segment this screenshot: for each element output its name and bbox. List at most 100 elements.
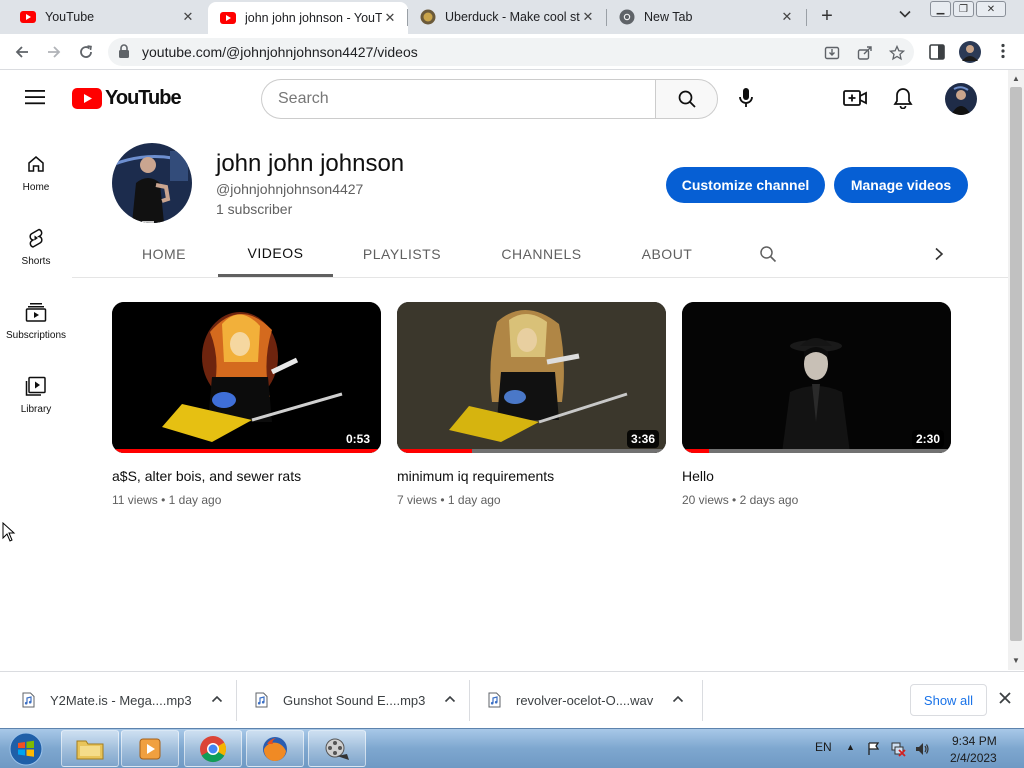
volume-icon[interactable] — [914, 741, 930, 757]
tab-videos[interactable]: VIDEOS — [218, 231, 333, 277]
tab-playlists[interactable]: PLAYLISTS — [352, 231, 452, 277]
star-icon[interactable] — [888, 44, 906, 61]
tabs-divider — [72, 277, 1008, 278]
address-bar[interactable]: youtube.com/@johnjohnjohnson4427/videos — [108, 38, 914, 66]
youtube-logo[interactable]: YouTube — [72, 86, 182, 109]
browser-tab-strip: YouTube ✕ john john johnson - YouT ✕ Ube… — [0, 0, 1024, 34]
more-options-icon[interactable] — [994, 42, 1014, 62]
chevron-right-icon[interactable] — [930, 231, 948, 277]
close-icon[interactable]: ✕ — [180, 9, 196, 25]
chevron-up-icon[interactable] — [671, 692, 687, 708]
minimize-button[interactable]: ▁ — [930, 1, 951, 17]
download-item[interactable]: Gunshot Sound E....mp3 — [255, 682, 459, 718]
back-button[interactable] — [11, 41, 33, 63]
lock-icon[interactable] — [118, 44, 132, 60]
search-input[interactable] — [261, 79, 655, 119]
scroll-down-arrow[interactable]: ▼ — [1011, 656, 1021, 666]
taskbar-video-editor[interactable] — [308, 730, 366, 767]
tab-about[interactable]: ABOUT — [632, 231, 702, 277]
guide-item-home[interactable]: Home — [4, 136, 68, 210]
start-button[interactable] — [4, 731, 48, 767]
video-card[interactable]: 3:36 minimum iq requirements 7 views • 1… — [397, 302, 666, 507]
taskbar-firefox[interactable] — [246, 730, 304, 767]
browser-toolbar: youtube.com/@johnjohnjohnson4427/videos — [0, 34, 1024, 70]
account-avatar[interactable] — [945, 83, 977, 115]
profile-avatar[interactable] — [958, 40, 982, 64]
show-all-downloads-button[interactable]: Show all — [910, 684, 987, 716]
url-text[interactable]: youtube.com/@johnjohnjohnson4427/videos — [142, 44, 418, 60]
reload-button[interactable] — [75, 41, 97, 63]
watch-progress — [112, 449, 381, 453]
chevron-up-icon[interactable] — [210, 692, 226, 708]
chevron-up-icon[interactable] — [443, 692, 459, 708]
download-item[interactable]: revolver-ocelot-O....wav — [488, 682, 687, 718]
network-icon[interactable] — [890, 741, 906, 757]
audio-file-icon — [22, 692, 36, 708]
video-thumbnail[interactable]: 2:30 — [682, 302, 951, 453]
scrollbar-thumb[interactable] — [1010, 87, 1022, 641]
chevron-down-icon[interactable] — [895, 7, 915, 27]
taskbar-file-explorer[interactable] — [61, 730, 119, 767]
clock-date[interactable]: 2/4/2023 — [950, 751, 997, 765]
media-player-icon — [139, 738, 161, 759]
browser-tab-channel[interactable]: john john johnson - YouT ✕ — [208, 2, 408, 34]
notifications-bell-icon[interactable] — [891, 86, 915, 110]
video-title[interactable]: Hello — [682, 467, 951, 485]
download-separator — [702, 680, 703, 721]
video-metadata: 11 views • 1 day ago — [112, 493, 222, 507]
microphone-icon[interactable] — [734, 86, 758, 110]
windows-taskbar: EN ▲ 9:34 PM 2/4/2023 — [0, 728, 1024, 768]
browser-tab-youtube[interactable]: YouTube ✕ — [8, 0, 206, 34]
taskbar-chrome[interactable] — [184, 730, 242, 767]
tab-channels[interactable]: CHANNELS — [490, 231, 593, 277]
browser-tab-new-tab[interactable]: New Tab ✕ — [607, 0, 805, 34]
new-tab-button[interactable]: + — [817, 6, 837, 26]
create-video-icon[interactable] — [843, 86, 867, 110]
scroll-up-arrow[interactable]: ▲ — [1011, 74, 1021, 84]
show-hidden-icons-icon[interactable]: ▲ — [846, 742, 855, 752]
clock-time[interactable]: 9:34 PM — [952, 734, 997, 748]
subscriber-count: 1 subscriber — [216, 201, 293, 217]
video-card[interactable]: 2:30 Hello 20 views • 2 days ago — [682, 302, 951, 507]
firefox-icon — [263, 736, 287, 761]
windows-logo-icon — [9, 732, 43, 766]
thumbnail-image — [682, 302, 951, 453]
video-title[interactable]: a$S, alter bois, and sewer rats — [112, 467, 381, 485]
browser-tab-uberduck[interactable]: Uberduck - Make cool stu ✕ — [408, 0, 606, 34]
close-window-button[interactable]: ✕ — [976, 1, 1006, 17]
video-card[interactable]: 0:53 a$S, alter bois, and sewer rats 11 … — [112, 302, 381, 507]
restore-button[interactable]: ❐ — [953, 1, 974, 17]
share-icon[interactable] — [857, 45, 873, 61]
channel-avatar[interactable] — [112, 143, 192, 223]
download-filename: Gunshot Sound E....mp3 — [283, 692, 426, 708]
install-icon[interactable] — [824, 45, 840, 61]
language-indicator[interactable]: EN — [815, 740, 832, 754]
close-icon[interactable] — [998, 691, 1014, 707]
view-count: 11 views — [112, 493, 158, 507]
close-icon[interactable]: ✕ — [382, 10, 398, 26]
forward-button[interactable] — [43, 41, 65, 63]
video-thumbnail[interactable]: 0:53 — [112, 302, 381, 453]
side-panel-icon[interactable] — [928, 43, 948, 63]
manage-videos-button[interactable]: Manage videos — [834, 167, 968, 203]
action-center-icon[interactable] — [866, 741, 882, 757]
video-title[interactable]: minimum iq requirements — [397, 467, 666, 485]
youtube-wordmark: YouTube — [105, 86, 182, 109]
menu-icon[interactable] — [24, 88, 48, 108]
youtube-play-icon — [72, 87, 102, 109]
taskbar-media-player[interactable] — [121, 730, 179, 767]
channel-search-icon[interactable] — [756, 231, 780, 277]
watch-progress — [397, 449, 666, 453]
close-icon[interactable]: ✕ — [779, 9, 795, 25]
tab-home[interactable]: HOME — [130, 231, 198, 277]
page-scrollbar[interactable]: ▲ ▼ — [1008, 70, 1024, 670]
guide-item-subscriptions[interactable]: Subscriptions — [4, 284, 68, 358]
customize-channel-button[interactable]: Customize channel — [666, 167, 825, 203]
search-button[interactable] — [655, 79, 718, 119]
guide-item-shorts[interactable]: Shorts — [4, 210, 68, 284]
guide-item-library[interactable]: Library — [4, 358, 68, 432]
close-icon[interactable]: ✕ — [580, 9, 596, 25]
video-thumbnail[interactable]: 3:36 — [397, 302, 666, 453]
download-item[interactable]: Y2Mate.is - Mega....mp3 — [22, 682, 226, 718]
watch-progress-fill — [397, 449, 473, 453]
